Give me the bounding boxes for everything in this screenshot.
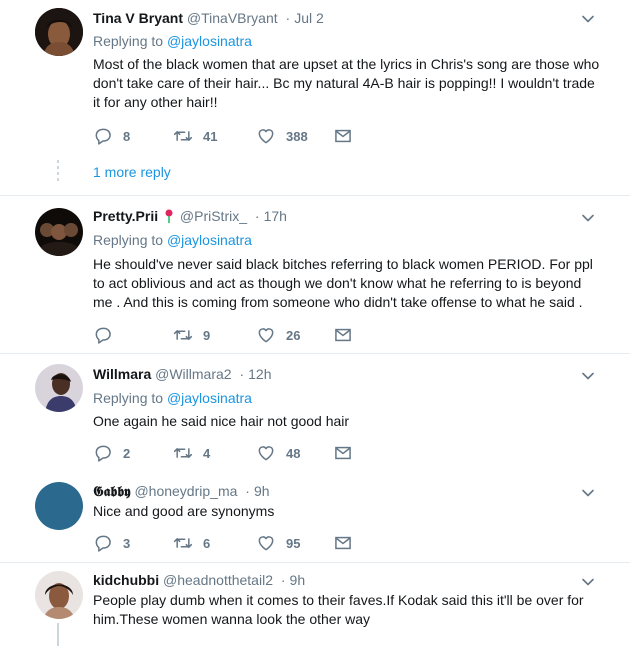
- heart-icon: [256, 533, 276, 553]
- rose-emoji-icon: [164, 209, 174, 223]
- display-name[interactable]: Tina V Bryant: [93, 10, 183, 26]
- direct-message-button[interactable]: [333, 126, 363, 146]
- thread-dot: [57, 160, 59, 163]
- replying-to: Replying to @jaylosinatra: [93, 232, 252, 248]
- retweet-count: 41: [203, 128, 218, 144]
- avatar[interactable]: [35, 571, 83, 619]
- timestamp[interactable]: Jul 2: [282, 10, 324, 26]
- heart-icon: [256, 126, 276, 146]
- tweet-4[interactable]: 𝕲𝖆𝖇𝖇𝖞 @honeydrip_ma 9h Nice and good are…: [0, 474, 630, 562]
- thread-line: [57, 623, 59, 646]
- chevron-down-icon[interactable]: [581, 369, 595, 383]
- retweet-button[interactable]: 9: [173, 325, 210, 345]
- reply-button[interactable]: [93, 325, 123, 345]
- tweet-5[interactable]: kidchubbi @headnotthetail2 9h People pla…: [0, 563, 630, 646]
- timestamp[interactable]: 9h: [241, 483, 269, 499]
- like-button[interactable]: 95: [256, 533, 300, 553]
- display-name[interactable]: Pretty.Prii: [93, 208, 158, 224]
- reply-icon: [93, 126, 113, 146]
- retweet-button[interactable]: 6: [173, 533, 210, 553]
- retweet-icon: [173, 533, 193, 553]
- user-handle[interactable]: @headnotthetail2: [163, 572, 273, 588]
- timestamp[interactable]: 12h: [235, 366, 271, 382]
- replying-to: Replying to @jaylosinatra: [93, 390, 252, 406]
- tweet-text: Most of the black women that are upset a…: [93, 56, 600, 110]
- reply-mention-link[interactable]: @jaylosinatra: [167, 232, 252, 248]
- display-name[interactable]: 𝕲𝖆𝖇𝖇𝖞: [93, 483, 131, 499]
- tweet-actions: 3 6 95: [93, 533, 373, 553]
- tweet-actions: 8 41 388: [93, 126, 373, 146]
- envelope-icon: [333, 533, 353, 553]
- replying-to: Replying to @jaylosinatra: [93, 33, 252, 49]
- user-handle[interactable]: @TinaVBryant: [187, 10, 278, 26]
- user-handle[interactable]: @PriStrix_: [180, 208, 247, 224]
- like-button[interactable]: 48: [256, 443, 300, 463]
- retweet-icon: [173, 443, 193, 463]
- user-handle[interactable]: @Willmara2: [155, 366, 231, 382]
- heart-icon: [256, 443, 276, 463]
- retweet-icon: [173, 325, 193, 345]
- avatar[interactable]: [35, 8, 83, 56]
- thread-dot: [57, 172, 59, 175]
- display-name[interactable]: Willmara: [93, 366, 151, 382]
- chevron-down-icon[interactable]: [581, 486, 595, 500]
- avatar[interactable]: [35, 364, 83, 412]
- reply-count: 2: [123, 445, 131, 461]
- like-count: 95: [286, 535, 301, 551]
- like-count: 388: [286, 128, 308, 144]
- thread-dot: [57, 166, 59, 169]
- heart-icon: [256, 325, 276, 345]
- like-button[interactable]: 26: [256, 325, 300, 345]
- retweet-count: 4: [203, 445, 211, 461]
- reply-icon: [93, 443, 113, 463]
- tweet-actions: 9 26: [93, 325, 373, 345]
- direct-message-button[interactable]: [333, 533, 363, 553]
- display-name[interactable]: kidchubbi: [93, 572, 159, 588]
- reply-button[interactable]: 8: [93, 126, 130, 146]
- avatar[interactable]: [35, 482, 83, 530]
- envelope-icon: [333, 126, 353, 146]
- chevron-down-icon[interactable]: [581, 211, 595, 225]
- tweet-text: Nice and good are synonyms: [93, 503, 275, 519]
- like-count: 48: [286, 445, 301, 461]
- avatar[interactable]: [35, 208, 83, 256]
- like-button[interactable]: 388: [256, 126, 308, 146]
- like-count: 26: [286, 327, 301, 343]
- chevron-down-icon[interactable]: [581, 12, 595, 26]
- thread-dot: [57, 178, 59, 181]
- chevron-down-icon[interactable]: [581, 575, 595, 589]
- user-handle[interactable]: @honeydrip_ma: [134, 483, 237, 499]
- direct-message-button[interactable]: [333, 443, 363, 463]
- timestamp[interactable]: 9h: [277, 572, 305, 588]
- reply-button[interactable]: 3: [93, 533, 130, 553]
- retweet-count: 6: [203, 535, 211, 551]
- retweet-icon: [173, 126, 193, 146]
- envelope-icon: [333, 325, 353, 345]
- tweet-text: He should've never said black bitches re…: [93, 256, 593, 310]
- tweet-1[interactable]: Tina V Bryant @TinaVBryant Jul 2 Replyin…: [0, 0, 630, 195]
- retweet-count: 9: [203, 327, 211, 343]
- reply-icon: [93, 533, 113, 553]
- tweet-3[interactable]: Willmara @Willmara2 12h Replying to @jay…: [0, 354, 630, 474]
- reply-mention-link[interactable]: @jaylosinatra: [167, 390, 252, 406]
- reply-mention-link[interactable]: @jaylosinatra: [167, 33, 252, 49]
- tweet-actions: 2 4 48: [93, 443, 373, 463]
- timestamp[interactable]: 17h: [251, 208, 287, 224]
- retweet-button[interactable]: 41: [173, 126, 217, 146]
- reply-icon: [93, 325, 113, 345]
- tweet-2[interactable]: Pretty.Prii @PriStrix_ 17h Replying to @…: [0, 196, 630, 353]
- tweet-text: One again he said nice hair not good hai…: [93, 413, 350, 429]
- direct-message-button[interactable]: [333, 325, 363, 345]
- reply-count: 8: [123, 128, 131, 144]
- tweet-text: People play dumb when it comes to their …: [93, 592, 584, 627]
- more-replies-link[interactable]: 1 more reply: [93, 164, 171, 180]
- retweet-button[interactable]: 4: [173, 443, 210, 463]
- reply-button[interactable]: 2: [93, 443, 130, 463]
- envelope-icon: [333, 443, 353, 463]
- reply-count: 3: [123, 535, 131, 551]
